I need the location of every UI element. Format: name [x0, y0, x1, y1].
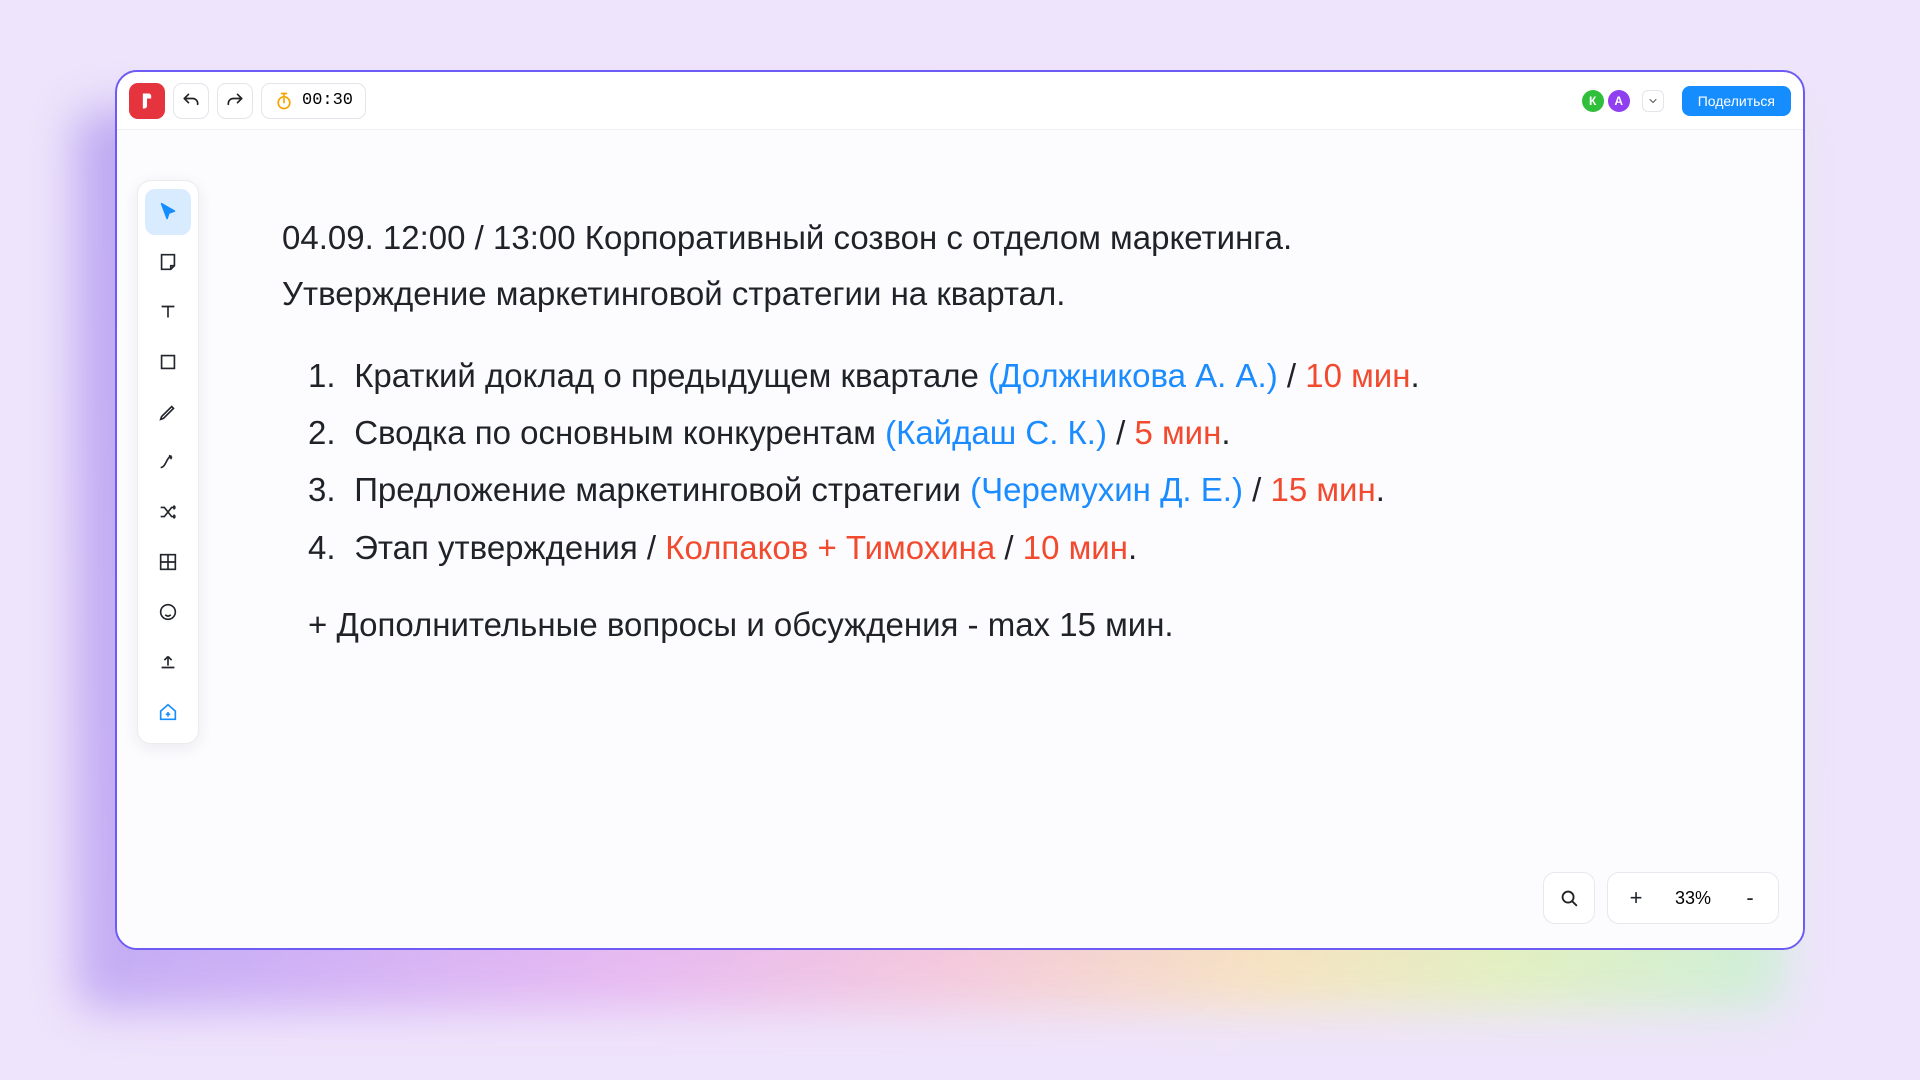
tool-sticker[interactable] — [145, 589, 191, 635]
zoom-out-button[interactable]: - — [1726, 873, 1774, 923]
zoom-box: + 33% - — [1607, 872, 1779, 924]
shuffle-icon — [157, 501, 179, 523]
agenda-extras: + Дополнительные вопросы и обсуждения - … — [282, 599, 1723, 650]
meeting-heading: 04.09. 12:00 / 13:00 Корпоративный созво… — [282, 210, 1723, 322]
smile-icon — [157, 601, 179, 623]
cursor-icon — [157, 201, 179, 223]
agenda-item-4: 4.Этап утверждения / Колпаков + Тимохина… — [308, 522, 1723, 573]
search-icon — [1558, 887, 1580, 909]
zoom-in-button[interactable]: + — [1612, 873, 1660, 923]
share-button[interactable]: Поделиться — [1682, 86, 1791, 116]
square-icon — [157, 351, 179, 373]
note-icon — [157, 251, 179, 273]
undo-button[interactable] — [173, 83, 209, 119]
tool-select[interactable] — [145, 189, 191, 235]
redo-button[interactable] — [217, 83, 253, 119]
top-bar: 00:30 К А Поделиться — [117, 72, 1803, 130]
heading-line-2: Утверждение маркетинговой стратегии на к… — [282, 266, 1723, 322]
chevron-down-icon — [1647, 95, 1659, 107]
app-logo[interactable] — [129, 83, 165, 119]
avatar-user-k[interactable]: К — [1582, 90, 1604, 112]
tool-sticky-note[interactable] — [145, 239, 191, 285]
undo-icon — [181, 91, 201, 111]
tool-text[interactable] — [145, 289, 191, 335]
timer-value: 00:30 — [302, 91, 353, 110]
grid-icon — [157, 551, 179, 573]
timer-badge[interactable]: 00:30 — [261, 83, 366, 119]
tool-pen[interactable] — [145, 389, 191, 435]
avatar-user-a[interactable]: А — [1608, 90, 1630, 112]
upload-icon — [157, 651, 179, 673]
arrow-curve-icon — [157, 451, 179, 473]
tool-add-home[interactable] — [145, 689, 191, 735]
logo-icon — [137, 91, 157, 111]
tool-upload[interactable] — [145, 639, 191, 685]
agenda-item-2: 2.Сводка по основным конкурентам (Кайдаш… — [308, 407, 1723, 458]
agenda-item-1: 1.Краткий доклад о предыдущем квартале (… — [308, 350, 1723, 401]
tool-palette — [137, 180, 199, 744]
search-button[interactable] — [1543, 872, 1595, 924]
stopwatch-icon — [274, 91, 294, 111]
avatars-more-button[interactable] — [1642, 90, 1664, 112]
redo-icon — [225, 91, 245, 111]
pencil-icon — [157, 401, 179, 423]
text-icon — [157, 301, 179, 323]
heading-line-1: 04.09. 12:00 / 13:00 Корпоративный созво… — [282, 210, 1723, 266]
app-window: 00:30 К А Поделиться — [115, 70, 1805, 950]
tool-connector[interactable] — [145, 439, 191, 485]
canvas-area[interactable]: 04.09. 12:00 / 13:00 Корпоративный созво… — [117, 130, 1803, 948]
tool-shape[interactable] — [145, 339, 191, 385]
zoom-controls: + 33% - — [1543, 872, 1779, 924]
tool-shuffle[interactable] — [145, 489, 191, 535]
tool-grid[interactable] — [145, 539, 191, 585]
agenda-list: 1.Краткий доклад о предыдущем квартале (… — [282, 350, 1723, 573]
home-plus-icon — [157, 701, 179, 723]
canvas-text-block[interactable]: 04.09. 12:00 / 13:00 Корпоративный созво… — [282, 210, 1723, 650]
agenda-item-3: 3.Предложение маркетинговой стратегии (Ч… — [308, 464, 1723, 515]
zoom-level[interactable]: 33% — [1660, 888, 1726, 909]
